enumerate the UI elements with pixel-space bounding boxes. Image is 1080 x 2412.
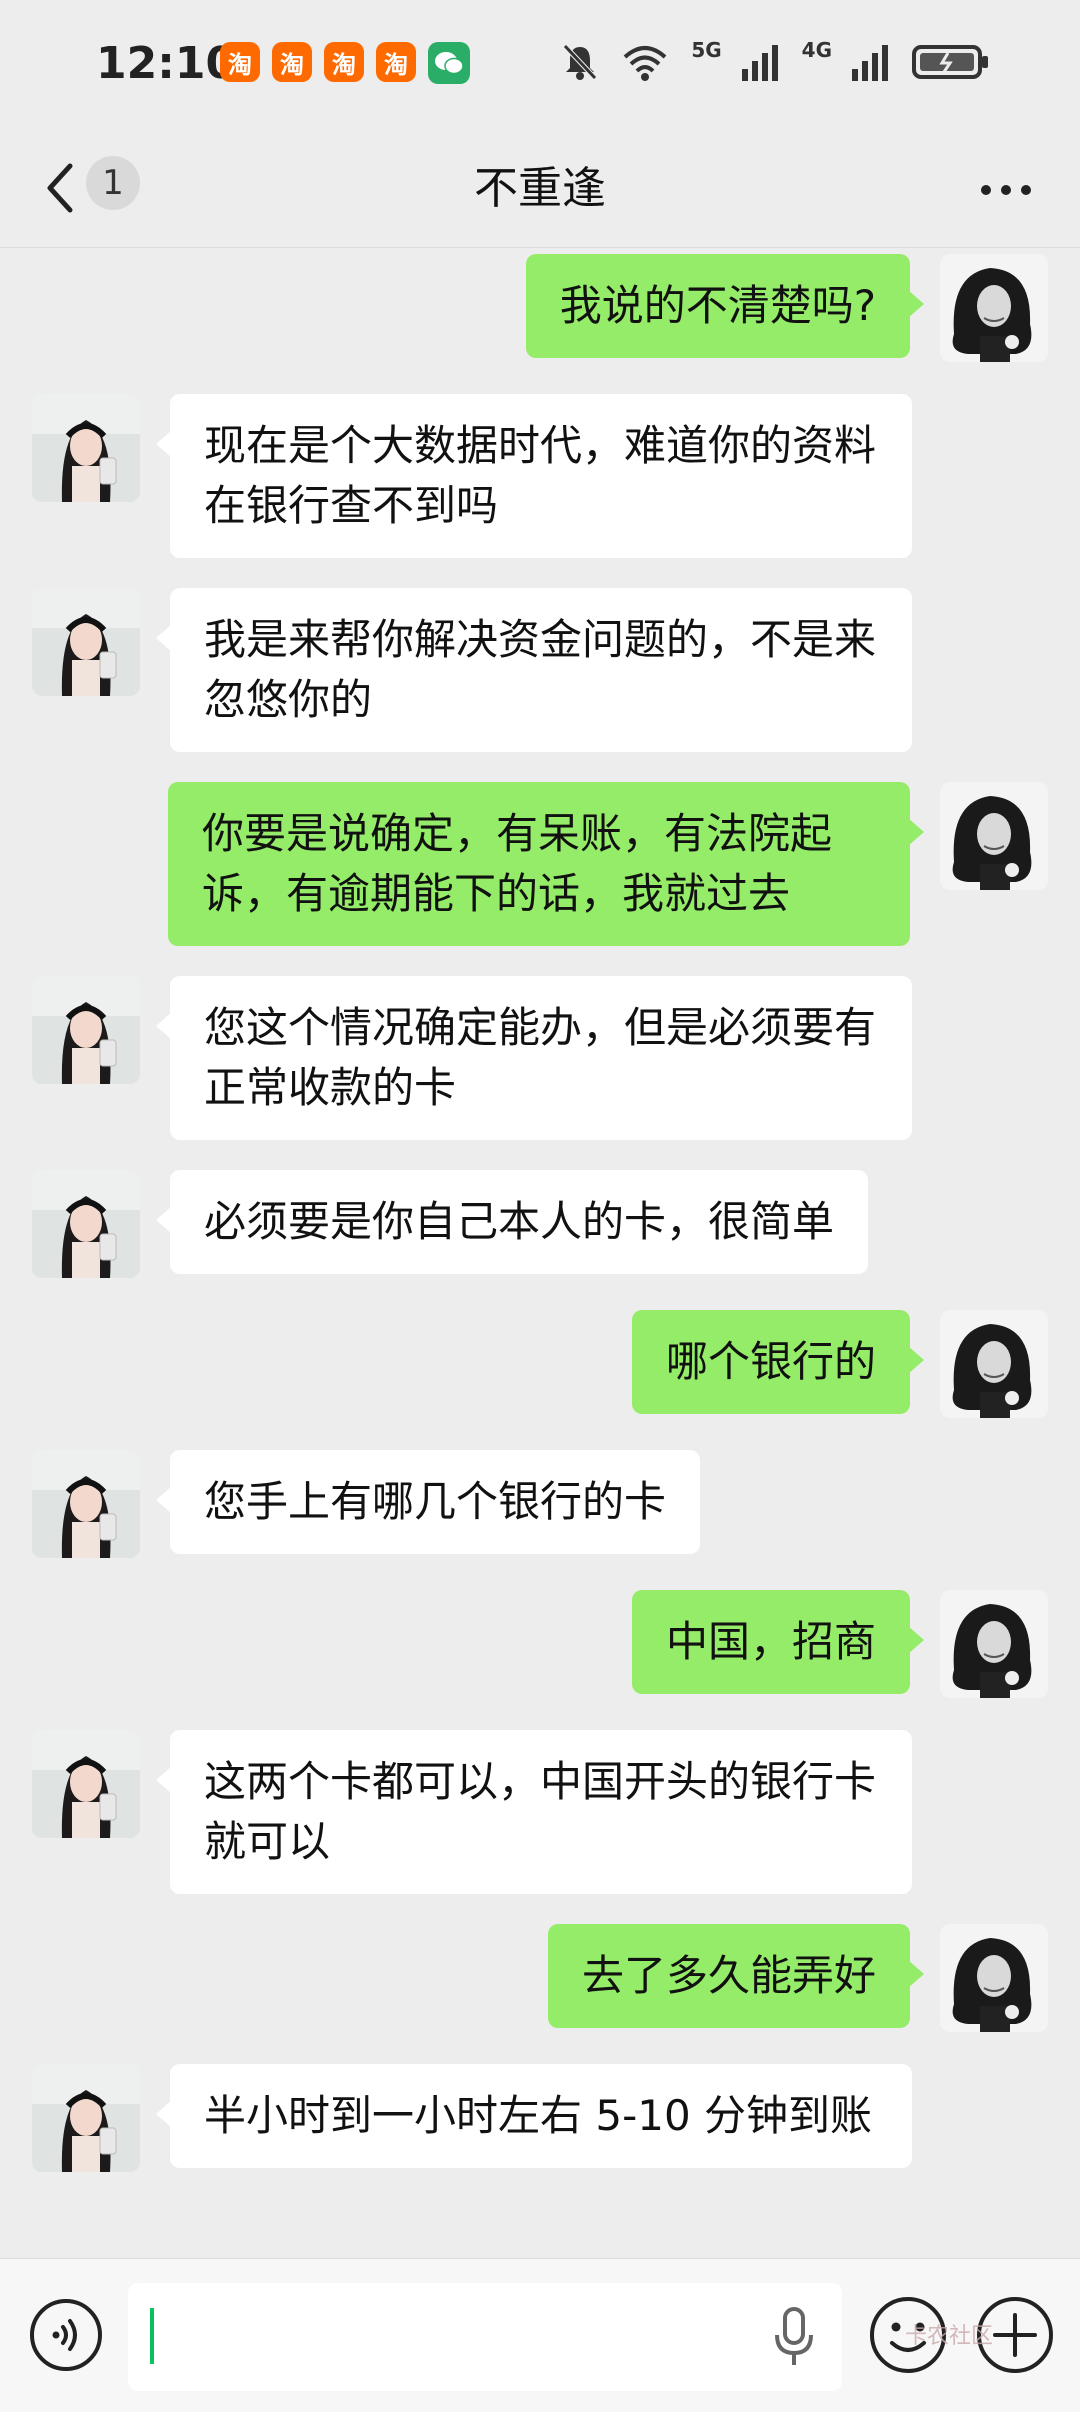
system-icons: 5G 4G: [561, 38, 990, 82]
message-bubble-outgoing[interactable]: 你要是说确定，有呆账，有法院起诉，有逾期能下的话，我就过去: [168, 782, 924, 946]
message-bubble-outgoing[interactable]: 我说的不清楚吗?: [525, 254, 925, 358]
contact-avatar[interactable]: [32, 1450, 140, 1558]
message-bubble-incoming[interactable]: 必须要是你自己本人的卡，很简单: [155, 1170, 869, 1274]
voice-icon[interactable]: [28, 2297, 104, 2373]
contact-avatar[interactable]: [32, 394, 140, 502]
more-dots-icon[interactable]: [976, 160, 1036, 220]
message-bubble-outgoing[interactable]: 去了多久能弄好: [547, 1924, 925, 2028]
contact-avatar[interactable]: [32, 976, 140, 1084]
wifi-icon: [623, 46, 667, 81]
message-bubble-incoming[interactable]: 我是来帮你解决资金问题的，不是来忽悠你的: [156, 588, 912, 752]
contact-avatar[interactable]: [32, 1730, 140, 1838]
signal-4g-label: 4G: [801, 38, 832, 62]
message-input[interactable]: [128, 2283, 842, 2391]
signal-5g-icon: [741, 45, 778, 81]
signal-4g-icon: [852, 45, 888, 81]
my-avatar[interactable]: [940, 254, 1048, 362]
my-avatar[interactable]: [940, 1310, 1048, 1418]
message-bubble-incoming[interactable]: 这两个卡都可以，中国开头的银行卡就可以: [156, 1730, 912, 1894]
microphone-icon[interactable]: [770, 2305, 818, 2369]
status-time: 12:10: [96, 38, 237, 89]
status-bar: 12:10 淘 淘 淘 淘 5G 4G: [0, 0, 1080, 130]
mute-bell-icon: [563, 44, 598, 80]
chat-title: 不重逢: [474, 163, 606, 214]
message-bubble-outgoing[interactable]: 中国，招商: [631, 1590, 925, 1694]
my-avatar[interactable]: [940, 782, 1048, 890]
battery-charging-icon: [912, 45, 988, 79]
taobao-icon: 淘: [376, 42, 416, 82]
contact-avatar[interactable]: [32, 588, 140, 696]
message-bubble-incoming[interactable]: 您手上有哪几个银行的卡: [155, 1450, 701, 1554]
taobao-icon: 淘: [324, 42, 364, 82]
watermark-text: 卡农社区: [905, 2324, 994, 2349]
taobao-icon: 淘: [220, 42, 260, 82]
signal-5g-label: 5G: [691, 38, 722, 62]
message-bubble-incoming[interactable]: 半小时到一小时左右 5-10 分钟到账: [156, 2064, 912, 2168]
wechat-icon: [428, 42, 470, 84]
contact-avatar[interactable]: [32, 2064, 140, 2172]
text-cursor: [150, 2308, 154, 2364]
message-bubble-outgoing[interactable]: 哪个银行的: [631, 1310, 925, 1414]
my-avatar[interactable]: [940, 1924, 1048, 2032]
message-bubble-incoming[interactable]: 现在是个大数据时代，难道你的资料在银行查不到吗: [156, 394, 912, 558]
my-avatar[interactable]: [940, 1590, 1048, 1698]
message-bubble-incoming[interactable]: 您这个情况确定能办，但是必须要有正常收款的卡: [156, 976, 912, 1140]
contact-avatar[interactable]: [32, 1170, 140, 1278]
notification-icons: 淘 淘 淘 淘: [220, 42, 470, 84]
chat-header: 1 不重逢: [0, 130, 1080, 248]
taobao-icon: 淘: [272, 42, 312, 82]
